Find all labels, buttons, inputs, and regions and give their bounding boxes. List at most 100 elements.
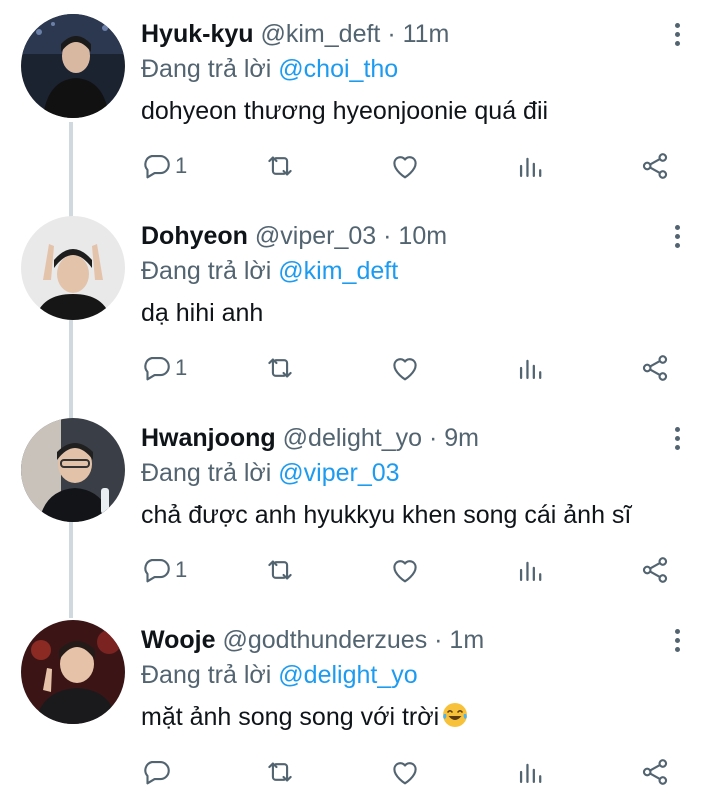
more-icon[interactable]: [664, 420, 690, 456]
tweet-header: Hyuk-kyu @kim_deft · 11m: [141, 16, 449, 52]
reply-icon: [144, 761, 170, 785]
more-icon[interactable]: [664, 622, 690, 658]
retweet-icon: [268, 358, 292, 378]
retweet-icon: [268, 560, 292, 580]
tweet[interactable]: Hyuk-kyu @kim_deft · 11m Đang trả lời @c…: [0, 0, 720, 202]
views-icon: [519, 763, 542, 784]
timestamp[interactable]: 9m: [444, 424, 479, 452]
replying-to-label: Đang trả lời: [141, 459, 272, 487]
tweet-text: chả được anh hyukkyu khen song cái ảnh s…: [141, 501, 632, 529]
reply-button[interactable]: 1: [139, 134, 187, 198]
share-button[interactable]: [638, 740, 672, 804]
replying-to: Đang trả lời @choi_tho: [141, 52, 398, 86]
views-button[interactable]: [514, 538, 548, 602]
avatar-image: [21, 14, 125, 118]
avatar[interactable]: [21, 216, 125, 320]
heart-icon: [393, 762, 417, 785]
display-name[interactable]: Hwanjoong: [141, 424, 276, 452]
replying-to-label: Đang trả lời: [141, 257, 272, 285]
views-button[interactable]: [514, 740, 548, 804]
separator-dot: ·: [434, 626, 443, 654]
views-icon: [519, 157, 542, 178]
share-button[interactable]: [638, 134, 672, 198]
separator-dot: ·: [387, 20, 396, 48]
retweet-icon: [268, 156, 292, 176]
views-button[interactable]: [514, 336, 548, 400]
like-button[interactable]: [388, 740, 422, 804]
share-icon: [642, 557, 668, 583]
tweet-text: mặt ảnh song song với trời: [141, 699, 469, 735]
user-handle[interactable]: @kim_deft: [261, 20, 381, 48]
share-button[interactable]: [638, 538, 672, 602]
more-icon[interactable]: [664, 218, 690, 254]
user-handle[interactable]: @godthunderzues: [223, 626, 428, 654]
user-handle[interactable]: @viper_03: [255, 222, 376, 250]
replying-to-label: Đang trả lời: [141, 55, 272, 83]
heart-icon: [393, 560, 417, 583]
retweet-button[interactable]: [263, 134, 297, 198]
replying-to: Đang trả lời @viper_03: [141, 456, 400, 490]
reply-icon: [144, 559, 170, 583]
replying-to-mention[interactable]: @delight_yo: [278, 661, 417, 689]
reply-icon: [144, 357, 170, 381]
tweet-actions: 1: [0, 538, 720, 602]
reply-count: 1: [175, 355, 188, 380]
views-button[interactable]: [514, 134, 548, 198]
timestamp[interactable]: 1m: [449, 626, 484, 654]
replying-to: Đang trả lời @delight_yo: [141, 658, 418, 692]
retweet-icon: [268, 762, 292, 782]
retweet-button[interactable]: [263, 538, 297, 602]
display-name[interactable]: Wooje: [141, 626, 216, 654]
tweet[interactable]: Hwanjoong @delight_yo · 9m Đang trả lời …: [0, 404, 720, 606]
display-name[interactable]: Hyuk-kyu: [141, 20, 254, 48]
tweet-header: Wooje @godthunderzues · 1m: [141, 622, 484, 658]
laughing-tears-emoji-icon: [443, 703, 468, 727]
reply-button[interactable]: [139, 740, 175, 804]
reply-count: 1: [175, 153, 188, 178]
like-button[interactable]: [388, 538, 422, 602]
reply-count: 1: [175, 557, 188, 582]
tweet-actions: 1: [0, 134, 720, 198]
tweet-header: Dohyeon @viper_03 · 10m: [141, 218, 447, 254]
replying-to-label: Đang trả lời: [141, 661, 272, 689]
reply-button[interactable]: 1: [139, 336, 187, 400]
timestamp[interactable]: 10m: [398, 222, 447, 250]
like-button[interactable]: [388, 134, 422, 198]
retweet-button[interactable]: [263, 740, 297, 804]
avatar[interactable]: [21, 14, 125, 118]
like-button[interactable]: [388, 336, 422, 400]
avatar-image: [21, 620, 125, 724]
replying-to-mention[interactable]: @choi_tho: [278, 55, 398, 83]
heart-icon: [393, 156, 417, 179]
share-icon: [642, 355, 668, 381]
share-button[interactable]: [638, 336, 672, 400]
tweet-text: dạ hihi anh: [141, 299, 264, 327]
avatar-image: [21, 418, 125, 522]
tweet-actions: [0, 740, 720, 804]
replying-to-mention[interactable]: @kim_deft: [278, 257, 398, 285]
tweet-actions: 1: [0, 336, 720, 400]
avatar-image: [21, 216, 125, 320]
heart-icon: [393, 358, 417, 381]
tweet-text-content: mặt ảnh song song với trời: [141, 703, 440, 731]
display-name[interactable]: Dohyeon: [141, 222, 248, 250]
share-icon: [642, 153, 668, 179]
tweet-text: dohyeon thương hyeonjoonie quá đii: [141, 97, 549, 125]
more-icon[interactable]: [664, 16, 690, 52]
retweet-button[interactable]: [263, 336, 297, 400]
reply-button[interactable]: 1: [139, 538, 187, 602]
separator-dot: ·: [383, 222, 392, 250]
views-icon: [519, 561, 542, 582]
separator-dot: ·: [428, 424, 438, 452]
avatar[interactable]: [21, 620, 125, 724]
timestamp[interactable]: 11m: [403, 20, 450, 48]
share-icon: [642, 759, 668, 785]
tweet-header: Hwanjoong @delight_yo · 9m: [141, 420, 479, 456]
tweet[interactable]: Wooje @godthunderzues · 1m Đang trả lời …: [0, 606, 720, 804]
avatar[interactable]: [21, 418, 125, 522]
user-handle[interactable]: @delight_yo: [283, 424, 422, 452]
tweet[interactable]: Dohyeon @viper_03 · 10m Đang trả lời @ki…: [0, 202, 720, 404]
replying-to: Đang trả lời @kim_deft: [141, 254, 398, 288]
views-icon: [519, 359, 542, 380]
replying-to-mention[interactable]: @viper_03: [278, 459, 399, 487]
